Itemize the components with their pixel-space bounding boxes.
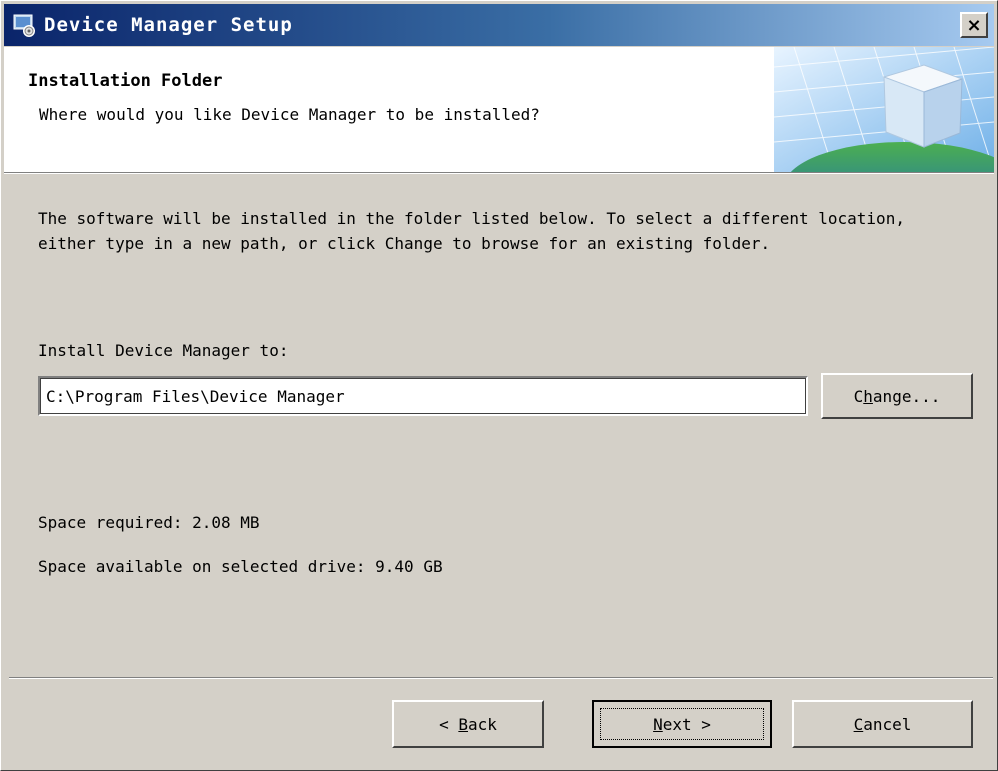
cancel-button[interactable]: Cancel [792, 700, 973, 748]
focus-indicator [600, 708, 764, 740]
close-button[interactable]: × [960, 12, 988, 38]
space-available-text: Space available on selected drive: 9.40 … [38, 557, 443, 576]
next-button[interactable]: Next > [592, 700, 772, 748]
footer-divider [9, 677, 993, 679]
header-divider [4, 172, 994, 174]
close-icon: × [966, 14, 982, 36]
globe-cube-icon [773, 47, 994, 172]
change-button[interactable]: Change... [821, 373, 973, 419]
change-button-label: Change... [853, 386, 941, 406]
space-required-text: Space required: 2.08 MB [38, 513, 260, 532]
install-location-label: Install Device Manager to: [38, 341, 289, 360]
page-subtitle: Where would you like Device Manager to b… [39, 105, 540, 124]
header-banner: Installation Folder Where would you like… [4, 47, 994, 172]
install-path-input[interactable] [38, 376, 808, 416]
back-button[interactable]: < Back [392, 700, 544, 748]
description-text: The software will be installed in the fo… [38, 209, 905, 253]
back-button-label: < Back [439, 714, 497, 734]
title-bar[interactable]: Device Manager Setup × [4, 4, 994, 46]
cancel-button-label: Cancel [853, 714, 912, 734]
setup-app-icon [12, 12, 38, 38]
setup-dialog: Device Manager Setup × Installation Fold… [0, 0, 998, 771]
page-title: Installation Folder [28, 71, 223, 91]
window-title: Device Manager Setup [44, 14, 293, 36]
